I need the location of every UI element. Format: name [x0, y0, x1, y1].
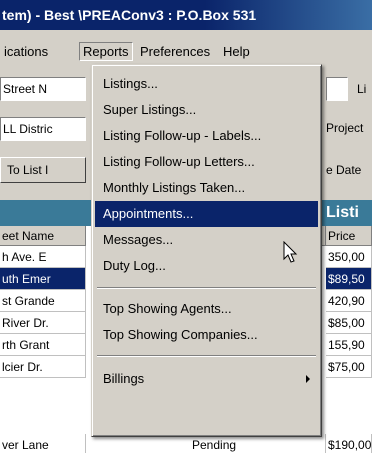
table-row-street[interactable]: lcier Dr.	[0, 356, 86, 378]
menu-item-label: Top Showing Companies...	[103, 327, 258, 342]
menu-item-label: Duty Log...	[103, 258, 166, 273]
project-label: Project	[326, 121, 364, 135]
menu-item-monthly-listings[interactable]: Monthly Listings Taken...	[95, 175, 318, 201]
menu-separator	[97, 355, 316, 357]
column-header-price[interactable]: Price	[326, 226, 372, 246]
table-row-street[interactable]: ver Lane	[0, 434, 86, 453]
menu-item-label: Messages...	[103, 232, 174, 247]
district-field-value: LL Distric	[3, 122, 53, 136]
menu-item-follow-up-letters[interactable]: Listing Follow-up Letters...	[95, 149, 318, 175]
window-title: tem) - Best \PREAConv3 : P.O.Box 531	[2, 7, 257, 23]
menu-bar: ications Reports Preferences Help	[0, 40, 372, 66]
table-row-street[interactable]: uth Emer	[0, 268, 86, 290]
search-input[interactable]	[326, 77, 348, 101]
table-row-price[interactable]: $75,00	[326, 356, 372, 378]
date-label: e Date	[326, 163, 362, 177]
street-field-value: Street N	[3, 82, 48, 96]
table-row-street[interactable]: st Grande	[0, 290, 86, 312]
district-field[interactable]: LL Distric	[0, 117, 86, 141]
menu-item-label: Listings...	[103, 76, 158, 91]
table-row-price[interactable]: 350,00	[326, 246, 372, 268]
menu-item-label: Monthly Listings Taken...	[103, 180, 246, 195]
menu-item-follow-up-labels[interactable]: Listing Follow-up - Labels...	[95, 123, 318, 149]
submenu-arrow-icon	[306, 375, 310, 383]
table-row-price[interactable]: 155,90	[326, 334, 372, 356]
to-list-button[interactable]: To List I	[0, 157, 86, 183]
banner-title: Listi	[326, 204, 359, 221]
table-row-street[interactable]: rth Grant	[0, 334, 86, 356]
menu-item-label: Billings	[103, 371, 145, 386]
menu-help[interactable]: Help	[223, 44, 250, 59]
menu-applications[interactable]: ications	[4, 44, 48, 59]
menu-preferences[interactable]: Preferences	[140, 44, 210, 59]
street-field[interactable]: Street N	[0, 77, 86, 101]
menu-item-label: Appointments...	[103, 206, 194, 221]
menu-reports[interactable]: Reports	[79, 42, 133, 61]
menu-reports-label: Reports	[83, 44, 129, 59]
menu-item-appointments[interactable]: Appointments...	[95, 201, 318, 227]
column-header-street[interactable]: eet Name	[0, 226, 86, 246]
menu-item-label: Super Listings...	[103, 102, 197, 117]
mouse-pointer-icon	[283, 241, 298, 263]
menu-item-label: Listing Follow-up - Labels...	[103, 128, 262, 143]
table-row-street[interactable]: h Ave. E	[0, 246, 86, 268]
menu-item-billings[interactable]: Billings	[95, 366, 318, 392]
window-title-bar[interactable]: tem) - Best \PREAConv3 : P.O.Box 531	[0, 0, 372, 30]
menu-item-label: Top Showing Agents...	[103, 301, 232, 316]
menu-item-listings[interactable]: Listings...	[95, 71, 318, 97]
table-row-price[interactable]: 420,90	[326, 290, 372, 312]
table-row-street[interactable]: River Dr.	[0, 312, 86, 334]
menu-item-top-showing-agents[interactable]: Top Showing Agents...	[95, 296, 318, 322]
listing-label: Li	[357, 82, 367, 96]
table-row-price[interactable]: $85,00	[326, 312, 372, 334]
table-row-price[interactable]: $190,00	[326, 434, 372, 453]
to-list-button-label: To List I	[7, 163, 49, 177]
menu-item-super-listings[interactable]: Super Listings...	[95, 97, 318, 123]
menu-separator	[97, 287, 316, 289]
menu-item-top-showing-companies[interactable]: Top Showing Companies...	[95, 322, 318, 348]
menu-item-label: Listing Follow-up Letters...	[103, 154, 255, 169]
table-row-price[interactable]: $89,50	[326, 268, 372, 290]
